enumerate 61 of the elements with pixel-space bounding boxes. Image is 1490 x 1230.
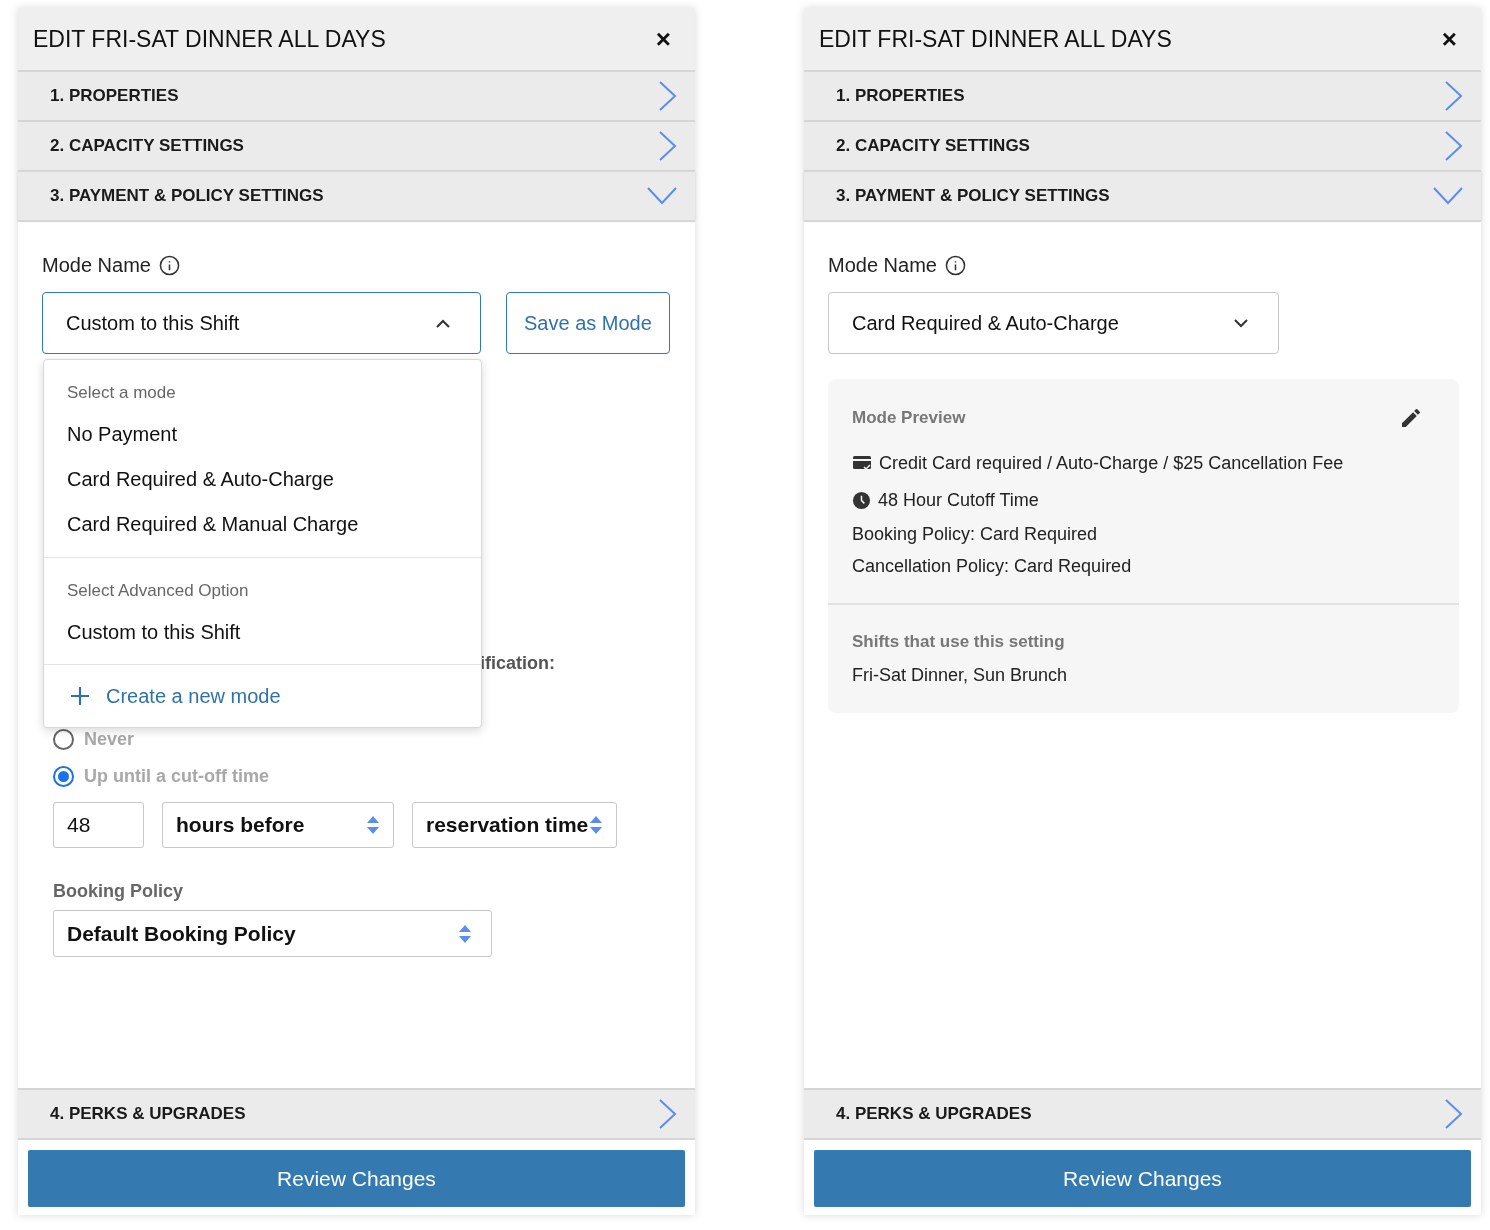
chevron-down-icon: [1433, 187, 1463, 205]
save-as-mode-button[interactable]: Save as Mode: [506, 292, 670, 354]
chevron-right-icon: [1445, 81, 1463, 111]
window-title: EDIT FRI-SAT DINNER ALL DAYS: [819, 24, 1172, 54]
radio-button[interactable]: [53, 729, 74, 750]
shifts-heading: Shifts that use this setting: [852, 630, 1066, 653]
chevron-right-icon: [659, 1099, 677, 1129]
preview-line: Cancellation Policy: Card Required: [852, 555, 1132, 578]
radio-label: Never: [84, 728, 135, 751]
section-header[interactable]: 1. PROPERTIES: [804, 70, 1481, 120]
mode-select[interactable]: Custom to this Shift: [42, 292, 481, 354]
menu-option[interactable]: Card Required & Auto-Charge: [44, 456, 481, 502]
mode-select[interactable]: Card Required & Auto-Charge: [828, 292, 1279, 354]
section-header[interactable]: 3. PAYMENT & POLICY SETTINGS: [18, 170, 695, 220]
hours-input[interactable]: 48: [53, 802, 144, 848]
review-changes-button[interactable]: Review Changes: [28, 1150, 685, 1207]
review-changes-button[interactable]: Review Changes: [814, 1150, 1471, 1207]
radio-label: Up until a cut-off time: [84, 765, 269, 788]
close-button[interactable]: ×: [655, 26, 671, 52]
info-icon: [944, 254, 966, 276]
shifts-list: Fri-Sat Dinner, Sun Brunch: [852, 662, 1435, 689]
sort-arrows-icon: [458, 923, 472, 944]
sort-arrows-icon: [366, 815, 380, 835]
chevron-right-icon: [1445, 1099, 1463, 1129]
window-title: EDIT FRI-SAT DINNER ALL DAYS: [33, 24, 386, 54]
chevron-right-icon: [659, 131, 677, 161]
section-header[interactable]: 4. PERKS & UPGRADES: [804, 1088, 1481, 1138]
section-header[interactable]: 4. PERKS & UPGRADES: [18, 1088, 695, 1138]
booking-policy-select[interactable]: Default Booking Policy: [53, 910, 492, 957]
caret-icon: [1234, 318, 1248, 328]
section-header[interactable]: 2. CAPACITY SETTINGS: [18, 120, 695, 170]
credit-card-icon: [852, 454, 872, 472]
preview-line: Booking Policy: Card Required: [852, 523, 1098, 546]
chevron-right-icon: [1445, 131, 1463, 161]
field-label: Mode Name: [828, 253, 937, 278]
plus-icon: [70, 686, 90, 706]
group-heading: Select a mode: [66, 382, 177, 404]
create-mode-button[interactable]: Create a new mode: [44, 665, 281, 727]
menu-option[interactable]: Custom to this Shift: [44, 609, 481, 654]
sort-arrows-icon: [589, 815, 603, 835]
section-header[interactable]: 1. PROPERTIES: [18, 70, 695, 120]
chevron-down-icon: [647, 187, 677, 205]
field-label: Mode Name: [42, 253, 151, 278]
section-header[interactable]: 2. CAPACITY SETTINGS: [804, 120, 1481, 170]
field-label: Booking Policy: [53, 880, 185, 903]
partial-label: ification:: [480, 653, 555, 673]
menu-option[interactable]: Card Required & Manual Charge: [44, 501, 481, 547]
info-icon: [158, 254, 180, 276]
radio-button[interactable]: [53, 766, 74, 787]
menu-option[interactable]: No Payment: [44, 411, 481, 457]
caret-icon: [436, 318, 450, 328]
section-header[interactable]: 3. PAYMENT & POLICY SETTINGS: [804, 170, 1481, 220]
group-heading: Select Advanced Option: [66, 579, 250, 602]
close-button[interactable]: ×: [1441, 26, 1457, 52]
clock-icon: [852, 490, 871, 510]
unit-select[interactable]: hours before: [162, 802, 394, 848]
preview-line: 48 Hour Cutoff Time: [878, 488, 1039, 512]
chevron-right-icon: [659, 81, 677, 111]
reference-select[interactable]: reservation time: [412, 802, 617, 848]
preview-heading: Mode Preview: [852, 407, 966, 429]
preview-line: Credit Card required / Auto-Charge / $25 Cancellation Fee: [879, 451, 1344, 475]
